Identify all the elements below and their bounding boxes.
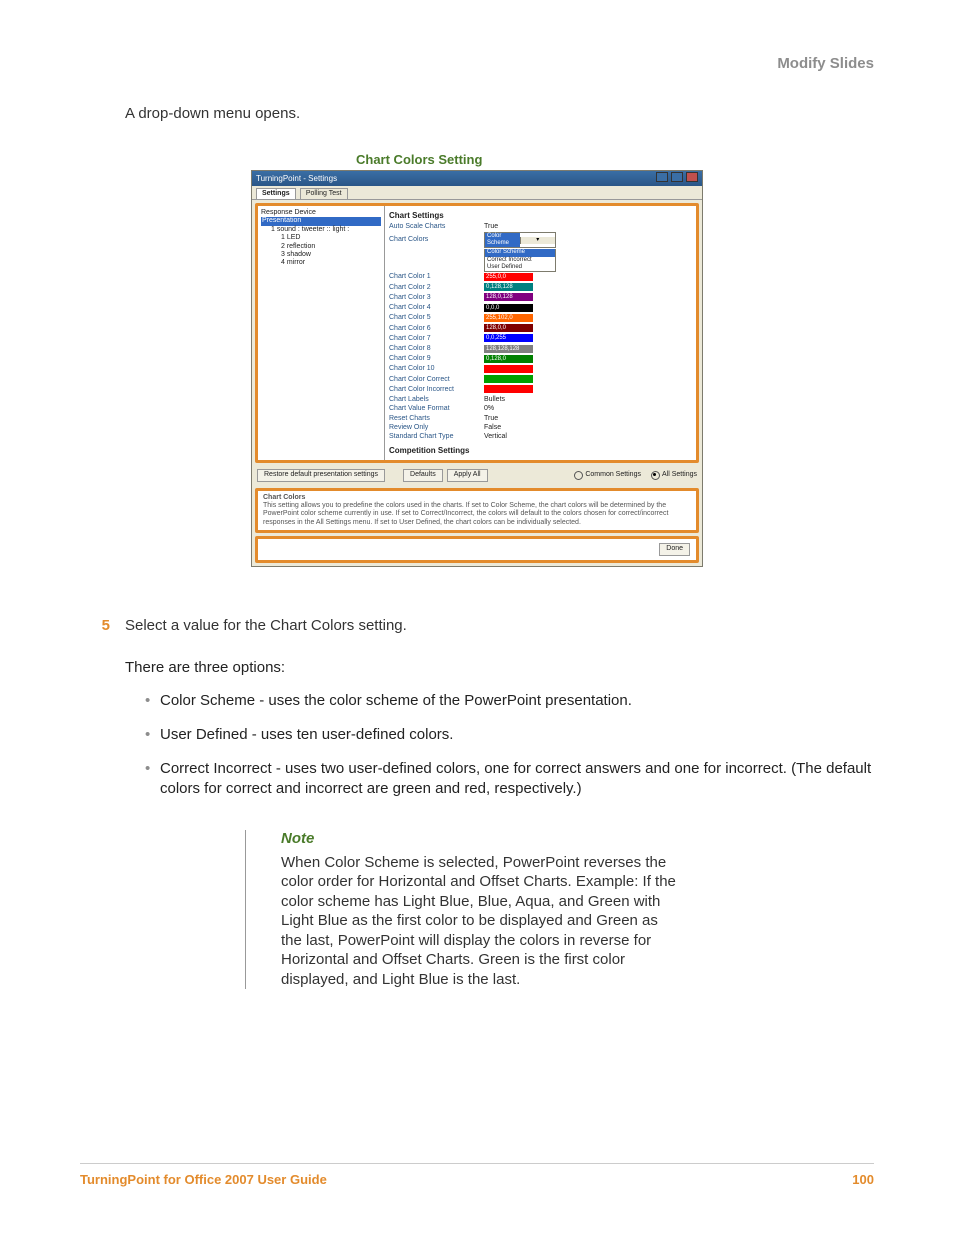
prop-chart-color-3[interactable]: Chart Color 3128,0,128 (389, 293, 692, 302)
options-intro: There are three options: (125, 659, 874, 676)
swatch-4[interactable]: 0,0,0 (484, 304, 533, 312)
note-block: Note When Color Scheme is selected, Powe… (245, 830, 681, 990)
tree-question[interactable]: 1 sound : tweeter :: light : (261, 226, 381, 234)
tree-answer-3[interactable]: 3 shadow (261, 251, 381, 259)
step-5: 5 Select a value for the Chart Colors se… (80, 617, 874, 634)
chart-colors-options[interactable]: Color Scheme Correct Incorrect User Defi… (484, 249, 556, 272)
chart-settings-header: Chart Settings (389, 211, 692, 221)
option-user-defined[interactable]: User Defined (485, 264, 555, 271)
prop-chart-color-2[interactable]: Chart Color 20,128,128 (389, 283, 692, 292)
competition-settings-header: Competition Settings (389, 446, 692, 456)
prop-auto-scale[interactable]: Auto Scale Charts True (389, 223, 692, 231)
radio-icon (574, 471, 583, 480)
chevron-down-icon[interactable]: ▾ (520, 237, 556, 244)
tree-presentation[interactable]: Presentation (261, 217, 381, 225)
step-text: Select a value for the Chart Colors sett… (125, 617, 874, 634)
step-number: 5 (80, 617, 110, 634)
swatch-8[interactable]: 128,128,128 (484, 345, 533, 353)
button-row: Restore default presentation settings De… (252, 466, 702, 484)
intro-text: A drop-down menu opens. (125, 105, 874, 122)
footer-title: TurningPoint for Office 2007 User Guide (80, 1172, 327, 1187)
settings-window: TurningPoint - Settings Settings Polling… (251, 170, 703, 567)
swatch-5[interactable]: 255,102,0 (484, 314, 533, 322)
radio-common-settings[interactable]: Common Settings (574, 471, 641, 480)
help-body: This setting allows you to predefine the… (263, 502, 691, 527)
prop-standard-chart-type[interactable]: Standard Chart TypeVertical (389, 433, 692, 441)
settings-properties: Chart Settings Auto Scale Charts True Ch… (385, 206, 696, 460)
chart-colors-dropdown[interactable]: Color Scheme ▾ (484, 232, 556, 248)
prop-chart-color-incorrect[interactable]: Chart Color Incorrect (389, 385, 692, 394)
dropdown-options: Color Scheme Correct Incorrect User Defi… (389, 249, 692, 272)
radio-all-settings[interactable]: All Settings (651, 471, 697, 480)
prop-chart-color-5[interactable]: Chart Color 5255,102,0 (389, 314, 692, 323)
page-number: 100 (852, 1172, 874, 1187)
radio-icon (651, 471, 660, 480)
page-footer: TurningPoint for Office 2007 User Guide … (80, 1163, 874, 1187)
prop-chart-labels[interactable]: Chart LabelsBullets (389, 396, 692, 404)
swatch-6[interactable]: 128,0,0 (484, 324, 533, 332)
prop-chart-color-4[interactable]: Chart Color 40,0,0 (389, 304, 692, 313)
swatch-10[interactable] (484, 365, 533, 373)
tree-answer-1[interactable]: 1 LED (261, 234, 381, 242)
list-item: Color Scheme - uses the color scheme of … (145, 691, 874, 711)
help-description: Chart Colors This setting allows you to … (255, 488, 699, 534)
prop-chart-colors[interactable]: Chart Colors Color Scheme ▾ (389, 232, 692, 248)
note-title: Note (281, 830, 681, 847)
prop-chart-value-format[interactable]: Chart Value Format0% (389, 405, 692, 413)
maximize-icon[interactable] (671, 172, 683, 182)
prop-chart-color-7[interactable]: Chart Color 70,0,255 (389, 334, 692, 343)
swatch-2[interactable]: 0,128,128 (484, 283, 533, 291)
window-titlebar: TurningPoint - Settings (252, 171, 702, 186)
prop-chart-color-8[interactable]: Chart Color 8128,128,128 (389, 345, 692, 354)
swatch-1[interactable]: 255,0,0 (484, 273, 533, 281)
option-color-scheme[interactable]: Color Scheme (485, 249, 555, 256)
tab-polling-test[interactable]: Polling Test (300, 188, 348, 199)
tree-answer-4[interactable]: 4 mirror (261, 259, 381, 267)
list-item: Correct Incorrect - uses two user-define… (145, 759, 874, 800)
bottom-bar: Done (255, 536, 699, 562)
defaults-button[interactable]: Defaults (403, 469, 443, 481)
window-controls[interactable] (655, 172, 698, 185)
done-button[interactable]: Done (659, 543, 690, 555)
prop-chart-color-correct[interactable]: Chart Color Correct (389, 375, 692, 384)
restore-defaults-button[interactable]: Restore default presentation settings (257, 469, 385, 481)
swatch-9[interactable]: 0,128,0 (484, 355, 533, 363)
tab-settings[interactable]: Settings (256, 188, 296, 199)
minimize-icon[interactable] (656, 172, 668, 182)
prop-chart-color-6[interactable]: Chart Color 6128,0,0 (389, 324, 692, 333)
tree-answer-2[interactable]: 2 reflection (261, 243, 381, 251)
options-list: Color Scheme - uses the color scheme of … (145, 691, 874, 800)
note-body: When Color Scheme is selected, PowerPoin… (281, 853, 681, 990)
swatch-3[interactable]: 128,0,128 (484, 293, 533, 301)
close-icon[interactable] (686, 172, 698, 182)
swatch-incorrect[interactable] (484, 385, 533, 393)
help-title: Chart Colors (263, 494, 691, 502)
prop-chart-color-10[interactable]: Chart Color 10 (389, 365, 692, 374)
window-title: TurningPoint - Settings (256, 174, 337, 184)
prop-chart-color-9[interactable]: Chart Color 90,128,0 (389, 355, 692, 364)
section-header: Modify Slides (777, 55, 874, 72)
list-item: User Defined - uses ten user-defined col… (145, 725, 874, 745)
figure-caption: Chart Colors Setting (356, 152, 874, 167)
swatch-correct[interactable] (484, 375, 533, 383)
prop-review-only[interactable]: Review OnlyFalse (389, 424, 692, 432)
tree-response-device[interactable]: Response Device (261, 209, 381, 217)
settings-tree[interactable]: Response Device Presentation 1 sound : t… (258, 206, 385, 460)
option-correct-incorrect[interactable]: Correct Incorrect (485, 257, 555, 264)
prop-chart-color-1[interactable]: Chart Color 1255,0,0 (389, 273, 692, 282)
apply-all-button[interactable]: Apply All (447, 469, 488, 481)
prop-reset-charts[interactable]: Reset ChartsTrue (389, 415, 692, 423)
swatch-7[interactable]: 0,0,255 (484, 334, 533, 342)
